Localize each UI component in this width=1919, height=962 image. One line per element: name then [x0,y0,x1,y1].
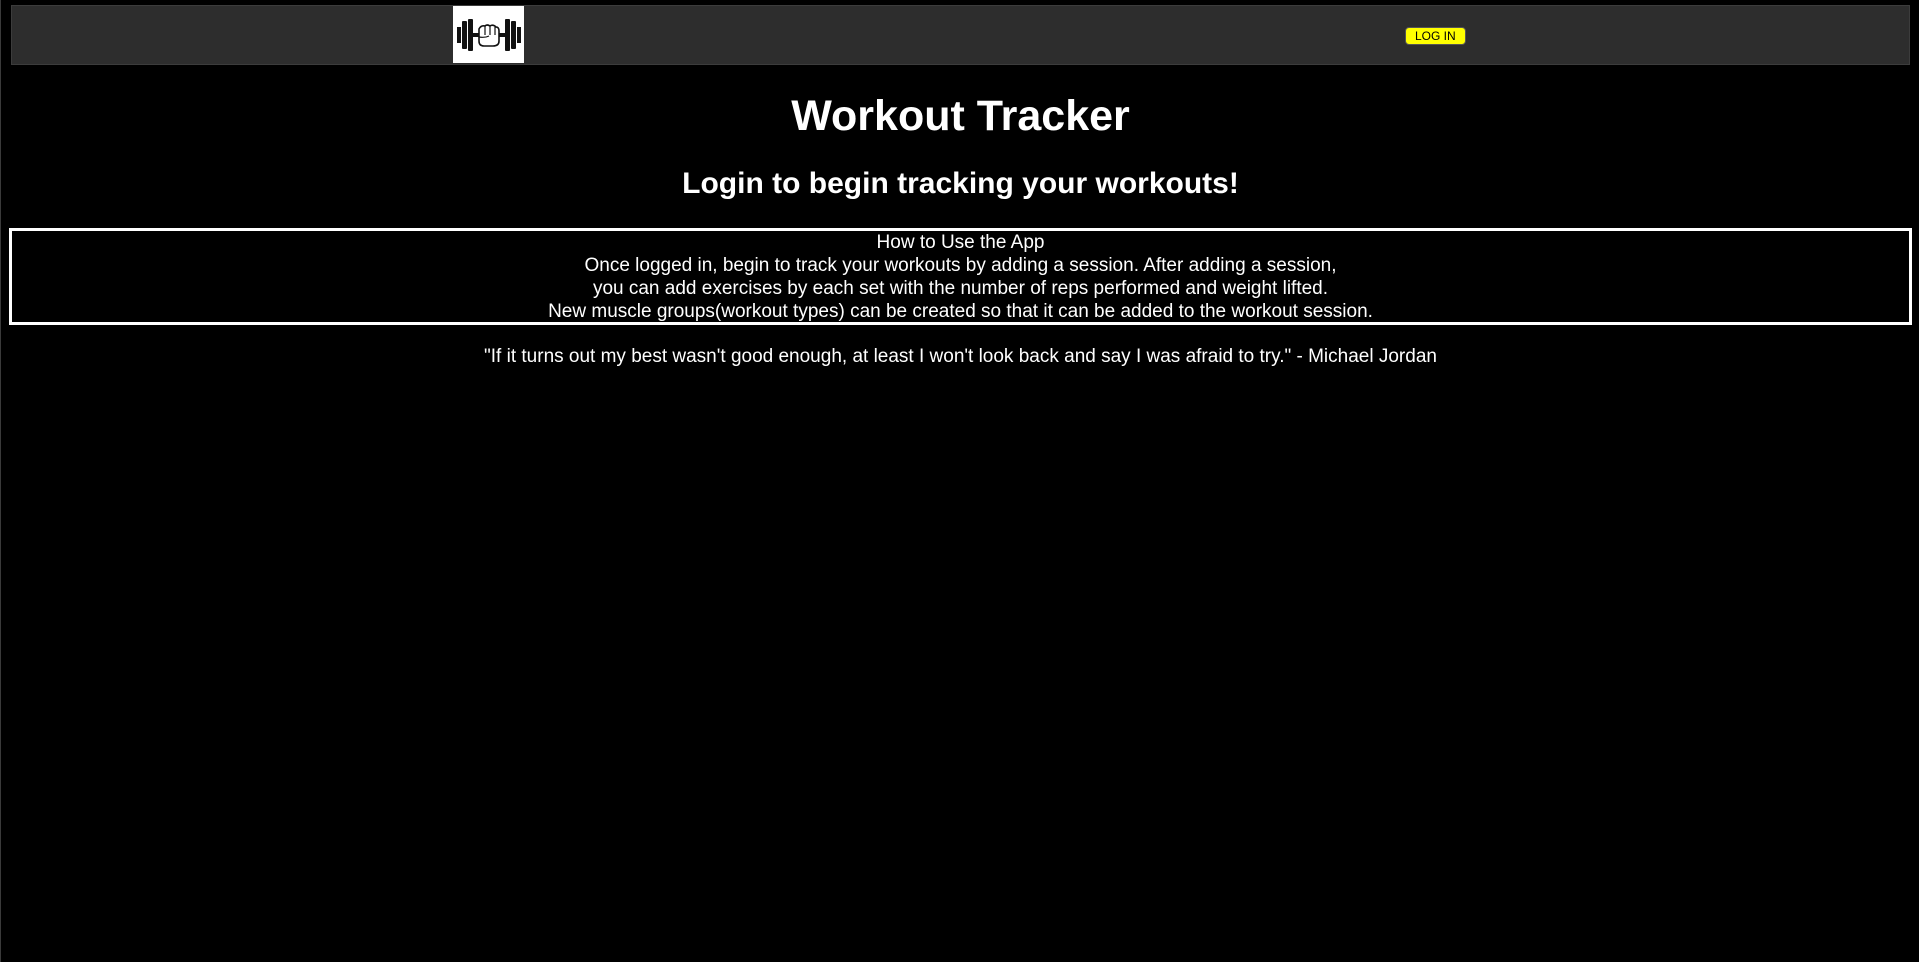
how-to-line: Once logged in, begin to track your work… [584,255,1337,276]
dumbbell-fist-icon [456,18,521,51]
logo[interactable] [453,6,524,63]
page-title: Workout Tracker [791,92,1130,140]
how-to-use-box: How to Use the App Once logged in, begin… [9,228,1912,325]
motivational-quote: "If it turns out my best wasn't good eno… [484,346,1437,367]
page-frame: LOG IN Workout Tracker Login to begin tr… [0,0,1919,962]
how-to-line: New muscle groups(workout types) can be … [548,301,1373,322]
how-to-heading: How to Use the App [876,232,1045,253]
how-to-line: you can add exercises by each set with t… [592,278,1329,299]
navbar: LOG IN [11,5,1910,65]
page-subtitle: Login to begin tracking your workouts! [682,167,1239,200]
login-button[interactable]: LOG IN [1405,27,1466,45]
